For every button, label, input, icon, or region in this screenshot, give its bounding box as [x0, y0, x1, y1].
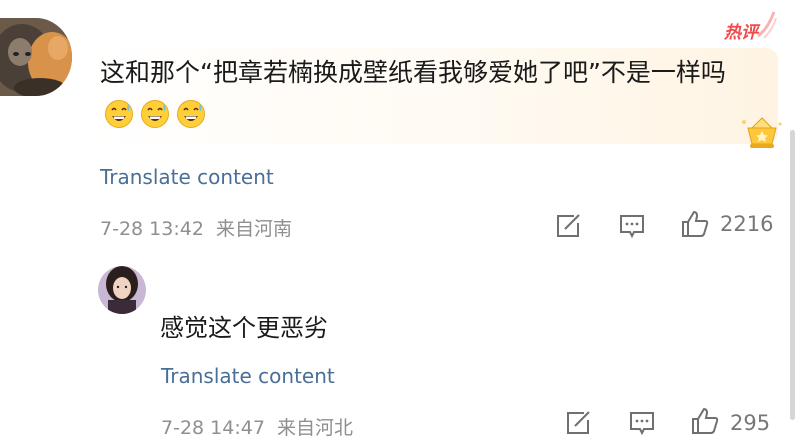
repost-icon[interactable] [553, 211, 583, 241]
like-icon[interactable] [680, 209, 710, 239]
comment-thread: 热评 这和那个“把章若楠换成壁纸看我够爱她了吧”不是一样吗 Translate … [0, 0, 800, 440]
reply-like-count: 295 [730, 411, 771, 435]
reply-comment-icon[interactable] [627, 408, 657, 438]
reply-timestamp: 7-28 14:47 [161, 417, 265, 439]
comment-icon[interactable] [617, 211, 647, 241]
hot-swoosh-icon [757, 11, 777, 39]
reply-repost-icon[interactable] [563, 408, 593, 438]
comment-location: 来自河南 [215, 218, 292, 240]
crown-badge-icon [742, 117, 782, 148]
grinning-sweat-emoji-icon [177, 100, 205, 128]
scrollbar[interactable] [790, 130, 795, 420]
reply-location: 来自河北 [276, 417, 353, 439]
like-count: 2216 [720, 212, 774, 236]
translate-link[interactable]: Translate content [100, 165, 274, 189]
emoji-group [104, 100, 212, 129]
comment-text: 这和那个“把章若楠换成壁纸看我够爱她了吧”不是一样吗 [100, 58, 726, 87]
comment-body: 这和那个“把章若楠换成壁纸看我够爱她了吧”不是一样吗 [100, 52, 760, 136]
comment-timestamp: 7-28 13:42 [100, 218, 204, 240]
grinning-sweat-emoji-icon [105, 100, 133, 128]
reply-username[interactable] [162, 268, 462, 290]
commenter-avatar[interactable] [0, 18, 72, 96]
reply-like-icon[interactable] [690, 406, 720, 436]
reply-avatar[interactable] [98, 266, 146, 314]
reply-body: 感觉这个更恶劣 [160, 314, 328, 342]
grinning-sweat-emoji-icon [141, 100, 169, 128]
reply-translate-link[interactable]: Translate content [161, 364, 335, 388]
comment-meta: 7-28 13:42 来自河南 [100, 214, 292, 241]
reply-meta: 7-28 14:47 来自河北 [161, 413, 353, 440]
